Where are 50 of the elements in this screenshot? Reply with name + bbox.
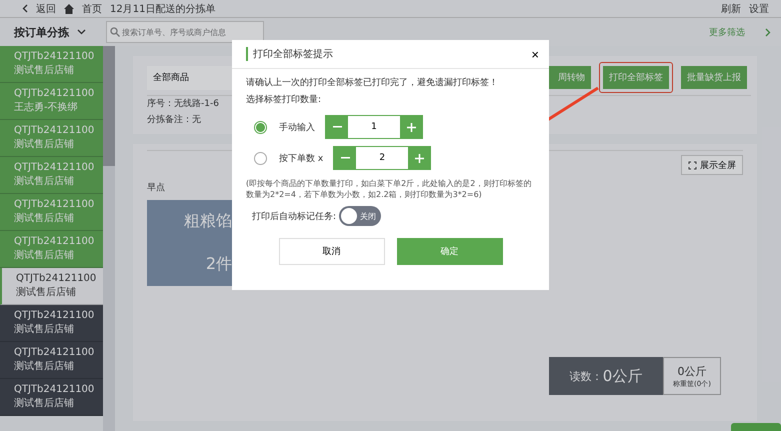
prompt-text: 选择标签打印数量: <box>246 94 322 107</box>
order-item[interactable]: QTJTb24121100 测试售后店铺 <box>0 379 103 416</box>
mode-dropdown[interactable]: 按订单分拣 <box>14 24 86 40</box>
search-field[interactable]: 搜索订单号、序号或商户信息 <box>106 21 264 43</box>
remark-text: 分拣备注：无 <box>147 114 201 127</box>
chevron-down-icon <box>77 29 86 35</box>
tare-value: 0公斤 <box>678 364 706 378</box>
dialog-title: 打印全部标签提示 <box>246 47 333 61</box>
toggle-switch[interactable]: 关闭 <box>339 206 382 226</box>
minus-button[interactable] <box>326 116 348 138</box>
sequence-text: 序号：无线路-1-6 <box>147 98 219 111</box>
reading-label: 读数： <box>570 368 603 384</box>
home-link[interactable]: 首页 <box>82 2 102 16</box>
plus-icon <box>414 154 424 162</box>
goods-count: 2件 <box>206 254 232 275</box>
option-label: 按下单数 x <box>279 152 324 164</box>
hint-text: (即按每个商品的下单数量打印，如白菜下单2斤，此处输入的是2，则打印标签的数量为2*2=4，若下单数为小数，如2.2箱，则打印数量为3*2=6) <box>246 178 532 200</box>
goods-name: 粗粮馅 <box>184 211 232 232</box>
fullscreen-icon <box>688 160 697 170</box>
order-item[interactable]: QTJTb24121100 测试售后店铺 <box>0 268 103 305</box>
plus-icon <box>406 122 416 132</box>
option-label: 手动输入 <box>279 122 315 134</box>
chevron-left-icon <box>22 4 28 13</box>
scrollbar[interactable] <box>103 46 115 431</box>
close-button[interactable]: × <box>531 46 539 62</box>
quantity-stepper[interactable]: 1 <box>325 115 423 139</box>
toolbar-link[interactable]: 设置 <box>749 2 769 16</box>
scrollbar-thumb[interactable] <box>103 46 115 166</box>
group-label: 早点 <box>147 182 165 194</box>
radio-button[interactable] <box>254 120 267 134</box>
home-icon <box>64 4 74 14</box>
plus-button[interactable] <box>400 116 422 138</box>
cancel-button[interactable]: 取消 <box>278 238 384 265</box>
back-link[interactable]: 返回 <box>36 2 56 16</box>
notice-text: 请确认上一次的打印全部标签已打印完了，避免遗漏打印标签！ <box>246 77 499 90</box>
page-title: 12月11日配送的分拣单 <box>110 2 216 16</box>
order-item[interactable]: QTJTb24121100 测试售后店铺 <box>0 342 103 379</box>
quantity-stepper[interactable]: 2 <box>333 146 432 170</box>
minus-icon <box>340 157 350 159</box>
minus-icon <box>332 126 342 128</box>
chevron-right-icon <box>765 28 771 36</box>
search-icon <box>110 27 120 37</box>
auto-mark-label: 打印后自动标记任务: <box>252 210 336 222</box>
reading-value: 0公斤 <box>602 366 642 386</box>
toolbar-link[interactable]: 刷新 <box>721 2 741 16</box>
order-item[interactable]: QTJTb24121100 测试售后店铺 <box>0 305 103 342</box>
plus-button[interactable] <box>408 147 430 169</box>
radio-button[interactable] <box>254 152 267 164</box>
minus-button[interactable] <box>334 147 356 169</box>
fullscreen-button[interactable]: 展示全屏 <box>681 155 743 175</box>
